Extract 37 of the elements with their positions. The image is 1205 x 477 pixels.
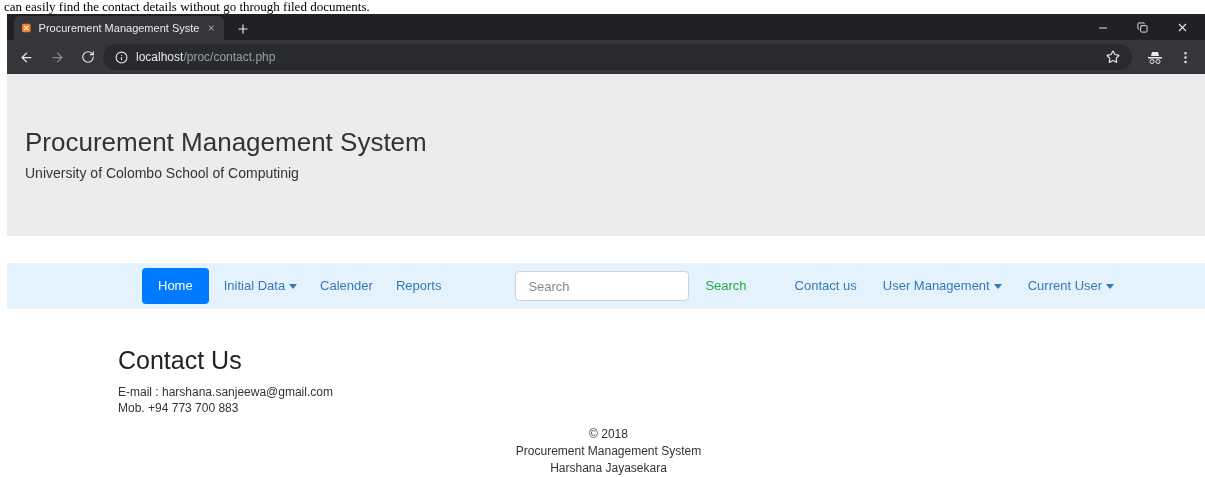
browser-tab[interactable]: Procurement Management Syste (14, 16, 224, 40)
caret-icon (1106, 283, 1115, 289)
back-icon[interactable] (19, 49, 34, 65)
star-icon[interactable] (1106, 50, 1120, 64)
contact-line: Mob. +94 773 700 883 (118, 400, 240, 417)
footer-text: Harshana Jayasekara (550, 460, 667, 477)
nav-link[interactable]: Initial Data (215, 268, 306, 304)
contact-line: E-mail : harshana.sanjeewa@gmail.com (118, 384, 334, 401)
search-button[interactable]: Search (697, 268, 755, 304)
nav-link[interactable]: Current User (1019, 268, 1123, 304)
nav-link[interactable]: Home (142, 268, 209, 304)
caret-icon (993, 283, 1002, 289)
close-icon[interactable] (207, 22, 216, 34)
contact-heading: Contact Us (118, 345, 243, 376)
caret-icon (289, 283, 298, 289)
nav-link[interactable]: Reports (387, 268, 450, 304)
restore-icon[interactable] (1137, 22, 1148, 33)
incognito-icon[interactable] (1148, 50, 1162, 64)
info-icon (115, 50, 128, 64)
address-bar[interactable]: localhost/proc/contact.php (103, 44, 1132, 70)
tab-title: Procurement Management Syste (38, 20, 200, 36)
footer-text: Procurement Management System (515, 443, 702, 461)
header-title: Procurement Management System (25, 126, 428, 159)
document-text: can easily find the contact details without go through filed documents. (3, 0, 371, 14)
reload-icon[interactable] (81, 50, 95, 64)
search-field[interactable]: Search (515, 271, 690, 301)
url-path: /proc/contact.php (183, 49, 276, 66)
forward-icon[interactable] (50, 49, 65, 65)
close-window-icon[interactable] (1176, 21, 1189, 34)
url-host: localhost (136, 49, 184, 66)
nav-link[interactable]: User Management (874, 268, 1010, 304)
header-subtitle: University of Colombo School of Computinig (25, 163, 300, 183)
footer-text: © 2018 (589, 426, 628, 444)
nav-link[interactable]: Contact us (786, 268, 865, 304)
nav-link[interactable]: Calender (312, 268, 381, 304)
new-tab-icon[interactable] (236, 22, 250, 36)
app-icon (22, 22, 31, 34)
